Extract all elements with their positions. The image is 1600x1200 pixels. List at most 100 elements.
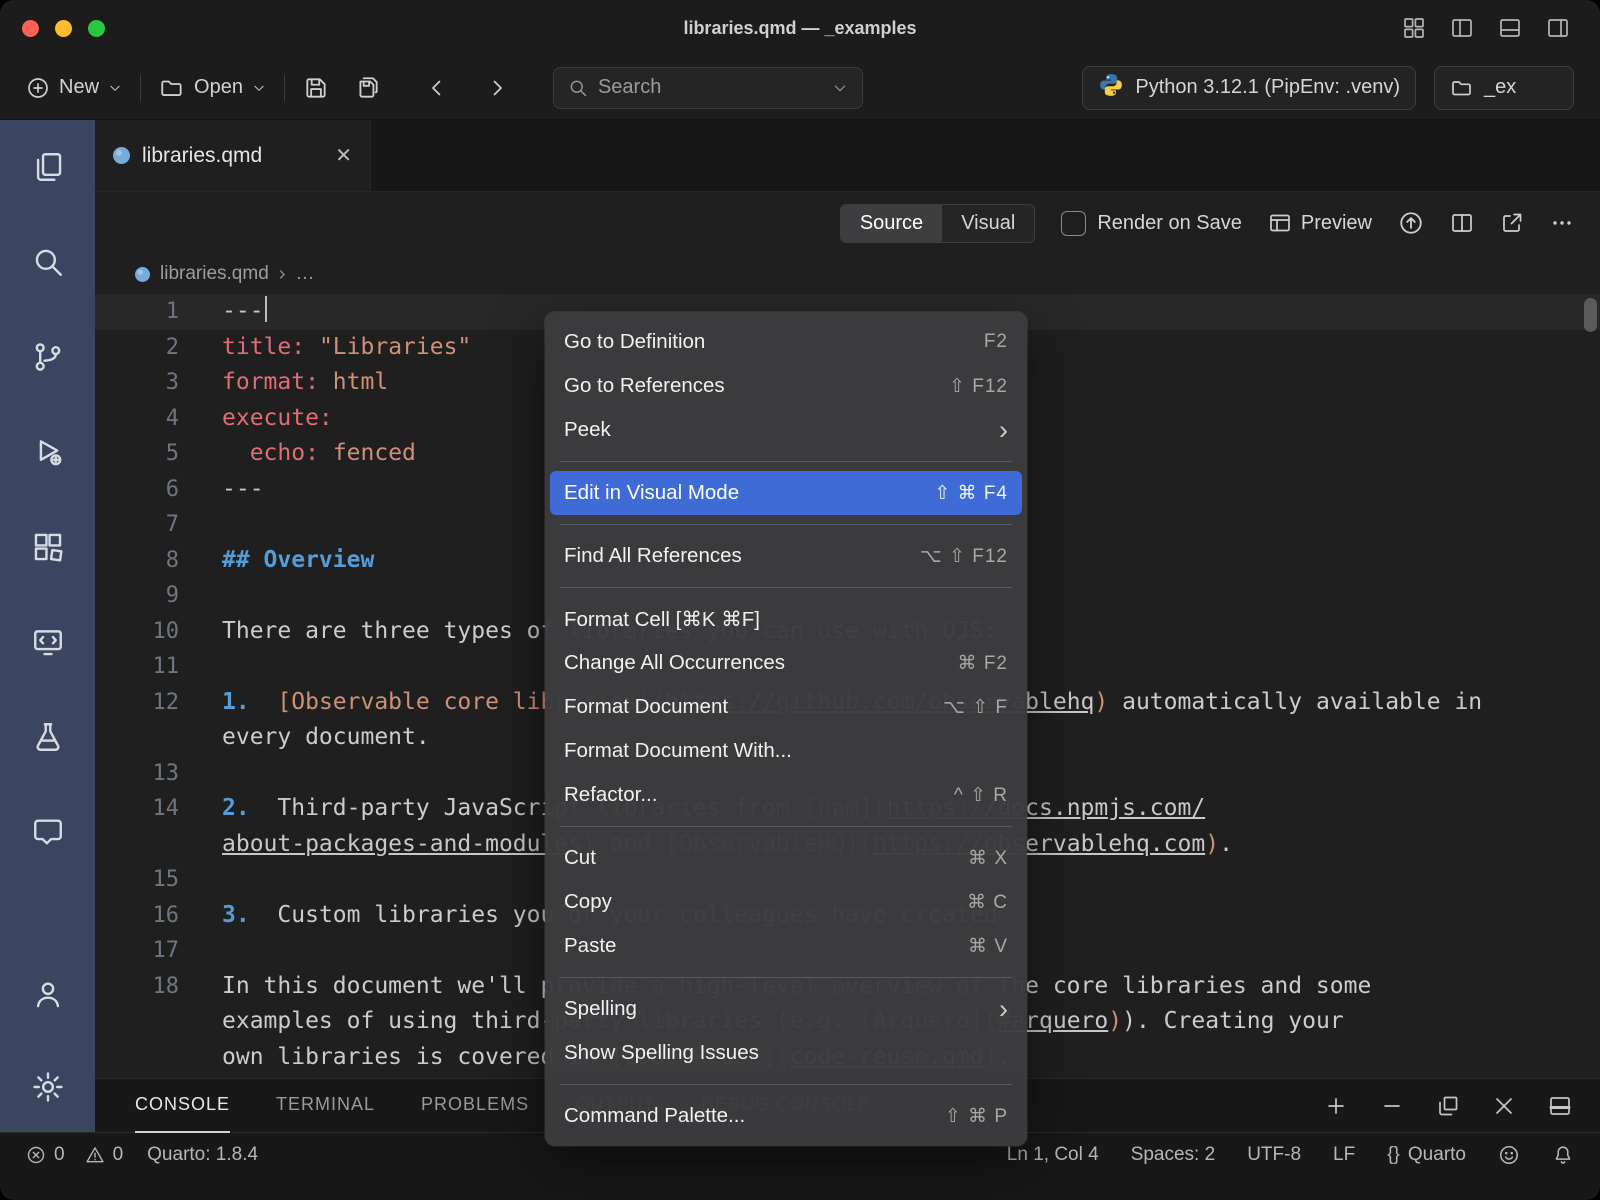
menu-separator [560, 587, 1012, 588]
preview-icon [1268, 211, 1292, 235]
render-on-save-label: Render on Save [1097, 212, 1242, 235]
chevron-right-icon: › [279, 263, 286, 286]
save-all-icon[interactable] [355, 75, 381, 101]
toggle-secondary-sidebar-icon[interactable] [1546, 16, 1570, 40]
menu-item-command-palette[interactable]: Command Palette...⇧ ⌘ P [550, 1094, 1022, 1138]
menu-shortcut: ⇧ ⌘ F4 [934, 482, 1008, 505]
panel-tab-console[interactable]: CONSOLE [135, 1079, 230, 1133]
account-icon[interactable] [15, 961, 81, 1027]
workspace-selector[interactable]: _ex [1434, 66, 1574, 110]
open-button[interactable]: Open [159, 75, 266, 101]
menu-separator [560, 461, 1012, 462]
warning-icon [85, 1145, 105, 1165]
menu-item-format-document[interactable]: Format Document⌥ ⇧ F [550, 685, 1022, 729]
line-number [95, 1040, 179, 1076]
chat-icon[interactable] [15, 799, 81, 865]
render-publish-icon[interactable] [1398, 210, 1424, 236]
navigate-back-icon[interactable] [425, 76, 449, 100]
line-number: 10 [95, 614, 179, 650]
add-console-icon[interactable] [1324, 1094, 1348, 1118]
run-debug-icon[interactable] [15, 419, 81, 485]
editor-scrollbar-thumb[interactable] [1584, 298, 1597, 332]
close-window-button[interactable] [22, 20, 39, 37]
breadcrumb-file[interactable]: libraries.qmd [160, 263, 269, 285]
customize-layout-icon[interactable] [1402, 16, 1426, 40]
restore-panel-icon[interactable] [1436, 1094, 1460, 1118]
more-actions-icon[interactable] [1550, 211, 1574, 235]
toggle-sidebar-icon[interactable] [1450, 16, 1474, 40]
menu-item-format-cell-k-f[interactable]: Format Cell [⌘K ⌘F] [550, 597, 1022, 641]
new-button[interactable]: New [26, 76, 122, 100]
language-mode[interactable]: {} Quarto [1387, 1144, 1466, 1166]
indentation[interactable]: Spaces: 2 [1131, 1144, 1216, 1166]
menu-item-change-all-occurrences[interactable]: Change All Occurrences⌘ F2 [550, 641, 1022, 685]
submenu-arrow-icon: › [999, 996, 1008, 1023]
menu-item-find-all-references[interactable]: Find All References⌥ ⇧ F12 [550, 534, 1022, 578]
menu-item-cut[interactable]: Cut⌘ X [550, 836, 1022, 880]
panel-tab-problems[interactable]: PROBLEMS [421, 1079, 529, 1133]
minimize-panel-icon[interactable] [1380, 1094, 1404, 1118]
search-input[interactable]: Search [553, 67, 863, 109]
menu-item-go-to-definition[interactable]: Go to DefinitionF2 [550, 320, 1022, 364]
menu-item-peek[interactable]: Peek› [550, 408, 1022, 452]
testing-icon[interactable] [15, 704, 81, 770]
menu-item-edit-in-visual-mode[interactable]: Edit in Visual Mode⇧ ⌘ F4 [550, 471, 1022, 515]
render-on-save-checkbox[interactable] [1061, 211, 1086, 236]
activity-bar [0, 120, 95, 1132]
search-placeholder: Search [598, 76, 661, 99]
menu-item-go-to-references[interactable]: Go to References⇧ F12 [550, 364, 1022, 408]
save-icon[interactable] [303, 75, 329, 101]
editor-tab-strip: libraries.qmd ✕ [95, 120, 1600, 192]
open-in-new-window-icon[interactable] [1500, 211, 1524, 235]
settings-gear-icon[interactable] [15, 1054, 81, 1120]
line-number: 1 [95, 294, 179, 330]
cursor-position[interactable]: Ln 1, Col 4 [1007, 1144, 1099, 1166]
line-number: 3 [95, 365, 179, 401]
warning-count: 0 [113, 1144, 124, 1166]
remote-sessions-icon[interactable] [15, 609, 81, 675]
menu-item-refactor[interactable]: Refactor...^ ⇧ R [550, 773, 1022, 817]
encoding[interactable]: UTF-8 [1247, 1144, 1301, 1166]
menu-shortcut: ⌘ F2 [958, 652, 1008, 675]
menu-item-spelling[interactable]: Spelling› [550, 987, 1022, 1031]
menu-shortcut: ^ ⇧ R [954, 784, 1008, 807]
menu-item-format-document-with[interactable]: Format Document With... [550, 729, 1022, 773]
line-number: 12 [95, 685, 179, 721]
visual-mode-button[interactable]: Visual [942, 205, 1034, 242]
breadcrumb: libraries.qmd › … [95, 254, 1600, 294]
plus-circle-icon [26, 76, 50, 100]
toggle-panel-icon[interactable] [1498, 16, 1522, 40]
chevron-down-icon [252, 81, 266, 95]
line-number: 6 [95, 472, 179, 508]
breadcrumb-more[interactable]: … [295, 263, 314, 285]
tab-libraries-qmd[interactable]: libraries.qmd ✕ [95, 120, 371, 191]
menu-shortcut: F2 [984, 331, 1008, 353]
extensions-icon[interactable] [15, 514, 81, 580]
panel-tab-terminal[interactable]: TERMINAL [276, 1079, 375, 1133]
zoom-window-button[interactable] [88, 20, 105, 37]
toolbar-divider [284, 75, 285, 101]
source-control-icon[interactable] [15, 324, 81, 390]
close-tab-icon[interactable]: ✕ [335, 143, 352, 168]
split-editor-icon[interactable] [1450, 211, 1474, 235]
close-panel-icon[interactable] [1492, 1094, 1516, 1118]
menu-item-paste[interactable]: Paste⌘ V [550, 924, 1022, 968]
eol-sequence[interactable]: LF [1333, 1144, 1355, 1166]
quarto-version[interactable]: Quarto: 1.8.4 [147, 1144, 258, 1166]
interpreter-selector[interactable]: Python 3.12.1 (PipEnv: .venv) [1082, 66, 1416, 110]
feedback-smiley-icon[interactable] [1498, 1144, 1520, 1166]
explorer-icon[interactable] [15, 134, 81, 200]
menu-item-copy[interactable]: Copy⌘ C [550, 880, 1022, 924]
search-sidebar-icon[interactable] [15, 229, 81, 295]
notifications-bell-icon[interactable] [1552, 1144, 1574, 1166]
problems-indicator[interactable]: 0 0 [26, 1144, 123, 1166]
preview-button[interactable]: Preview [1268, 211, 1372, 235]
minimize-window-button[interactable] [55, 20, 72, 37]
source-mode-button[interactable]: Source [841, 205, 942, 242]
panel-layout-icon[interactable] [1548, 1094, 1572, 1118]
preview-label: Preview [1301, 212, 1372, 235]
menu-item-show-spelling-issues[interactable]: Show Spelling Issues [550, 1031, 1022, 1075]
search-icon [568, 78, 588, 98]
search-dropdown-chevron-icon[interactable] [832, 80, 848, 96]
navigate-forward-icon[interactable] [485, 76, 509, 100]
